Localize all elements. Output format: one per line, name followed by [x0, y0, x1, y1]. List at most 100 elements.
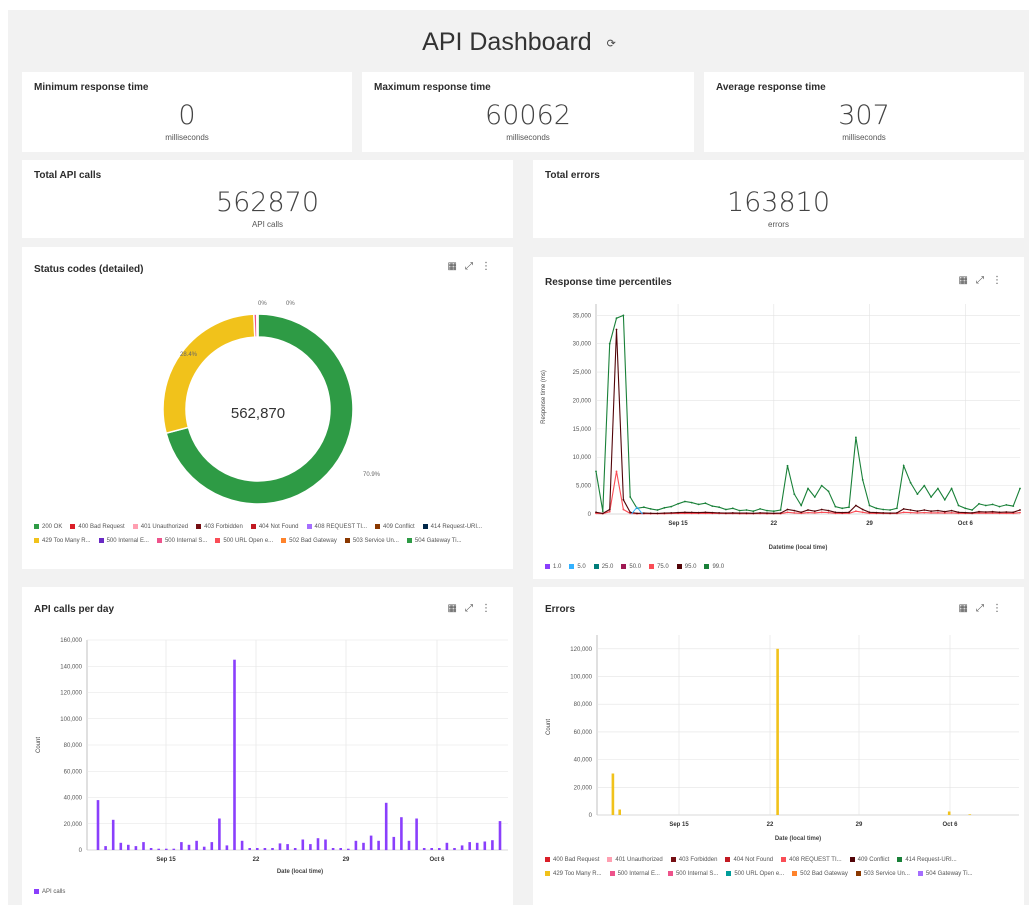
bar[interactable]	[776, 648, 779, 815]
data-point[interactable]	[957, 511, 960, 514]
data-point[interactable]	[615, 317, 618, 320]
legend-item[interactable]: 408 REQUEST TI...	[781, 853, 842, 867]
data-point[interactable]	[916, 510, 919, 513]
data-point[interactable]	[855, 504, 857, 507]
legend-item[interactable]: 409 Conflict	[374, 520, 415, 534]
legend-item[interactable]: 503 Service Un...	[344, 534, 399, 548]
data-point[interactable]	[950, 487, 953, 490]
data-point[interactable]	[622, 498, 625, 501]
data-point[interactable]	[601, 510, 604, 513]
bar[interactable]	[491, 840, 494, 850]
data-point[interactable]	[601, 512, 604, 515]
bar[interactable]	[354, 840, 358, 850]
data-point[interactable]	[643, 512, 645, 514]
bar[interactable]	[165, 848, 168, 850]
legend-item[interactable]: 502 Bad Gateway	[792, 867, 848, 881]
data-point[interactable]	[937, 487, 939, 490]
bar[interactable]	[187, 844, 191, 851]
data-point[interactable]	[1012, 511, 1015, 514]
data-point[interactable]	[834, 505, 837, 508]
bar[interactable]	[293, 848, 297, 850]
data-point[interactable]	[731, 512, 734, 514]
data-point[interactable]	[861, 511, 864, 514]
bar[interactable]	[149, 848, 153, 850]
data-point[interactable]	[902, 508, 905, 510]
data-point[interactable]	[978, 502, 980, 505]
data-point[interactable]	[943, 498, 946, 501]
data-point[interactable]	[793, 509, 796, 512]
data-point[interactable]	[827, 509, 830, 512]
bar[interactable]	[384, 802, 388, 851]
bar[interactable]	[324, 839, 327, 851]
data-point[interactable]	[704, 502, 707, 505]
legend-item[interactable]: 5.0	[569, 560, 586, 574]
bar[interactable]	[218, 818, 221, 851]
data-point[interactable]	[622, 314, 625, 317]
data-point[interactable]	[615, 470, 618, 473]
data-point[interactable]	[861, 479, 864, 481]
bar[interactable]	[309, 844, 312, 850]
data-point[interactable]	[841, 511, 844, 514]
data-point[interactable]	[656, 509, 659, 511]
data-point[interactable]	[909, 511, 912, 514]
data-point[interactable]	[848, 511, 850, 514]
data-point[interactable]	[649, 512, 652, 515]
data-point[interactable]	[971, 509, 973, 511]
data-point[interactable]	[772, 510, 775, 513]
bar[interactable]	[225, 845, 229, 850]
data-point[interactable]	[957, 504, 960, 507]
legend-item[interactable]: 500 URL Open e...	[215, 534, 273, 548]
legend-item[interactable]: 502 Bad Gateway	[281, 534, 337, 548]
bar[interactable]	[392, 836, 396, 850]
bar[interactable]	[263, 848, 267, 850]
bar[interactable]	[157, 848, 160, 850]
bar[interactable]	[316, 838, 320, 850]
data-point[interactable]	[684, 500, 686, 503]
data-point[interactable]	[711, 511, 714, 514]
bar[interactable]	[134, 846, 138, 850]
data-point[interactable]	[622, 508, 625, 511]
data-point[interactable]	[608, 508, 611, 511]
data-point[interactable]	[923, 511, 926, 514]
legend-item[interactable]: 504 Gateway Ti...	[406, 534, 462, 548]
bar[interactable]	[362, 842, 365, 850]
bar[interactable]	[947, 811, 951, 816]
bar[interactable]	[233, 659, 236, 850]
data-point[interactable]	[937, 511, 939, 514]
data-point[interactable]	[930, 496, 932, 498]
data-point[interactable]	[636, 512, 638, 515]
data-point[interactable]	[998, 511, 1001, 514]
legend-item[interactable]: 408 REQUEST TI...	[306, 520, 367, 534]
bar[interactable]	[347, 848, 350, 850]
data-point[interactable]	[1019, 487, 1021, 490]
legend-item[interactable]: 200 OK	[34, 520, 62, 534]
legend-item[interactable]: 409 Conflict	[849, 853, 889, 867]
data-point[interactable]	[595, 511, 597, 514]
data-point[interactable]	[766, 509, 768, 512]
data-point[interactable]	[807, 511, 809, 514]
series-line[interactable]	[595, 471, 1021, 515]
data-point[interactable]	[779, 512, 782, 514]
data-point[interactable]	[745, 509, 748, 511]
donut-slice[interactable]	[256, 313, 259, 338]
bar[interactable]	[422, 848, 426, 850]
legend-item[interactable]: 401 Unauthorized	[132, 520, 188, 534]
data-point[interactable]	[738, 509, 741, 512]
data-point[interactable]	[608, 342, 611, 345]
data-point[interactable]	[690, 511, 693, 514]
legend-item[interactable]: 99.0	[704, 560, 724, 574]
bar[interactable]	[611, 773, 615, 816]
data-point[interactable]	[800, 511, 803, 514]
legend-item[interactable]: 95.0	[676, 560, 696, 574]
bar[interactable]	[195, 840, 198, 850]
bar[interactable]	[202, 846, 206, 850]
data-point[interactable]	[738, 512, 741, 514]
data-point[interactable]	[855, 436, 857, 439]
data-point[interactable]	[841, 507, 844, 510]
data-point[interactable]	[882, 508, 885, 511]
data-point[interactable]	[1005, 504, 1008, 506]
data-point[interactable]	[690, 501, 693, 504]
legend-item[interactable]: 429 Too Many R...	[34, 534, 91, 548]
legend-item[interactable]: 500 URL Open e...	[726, 867, 784, 881]
data-point[interactable]	[759, 508, 761, 510]
